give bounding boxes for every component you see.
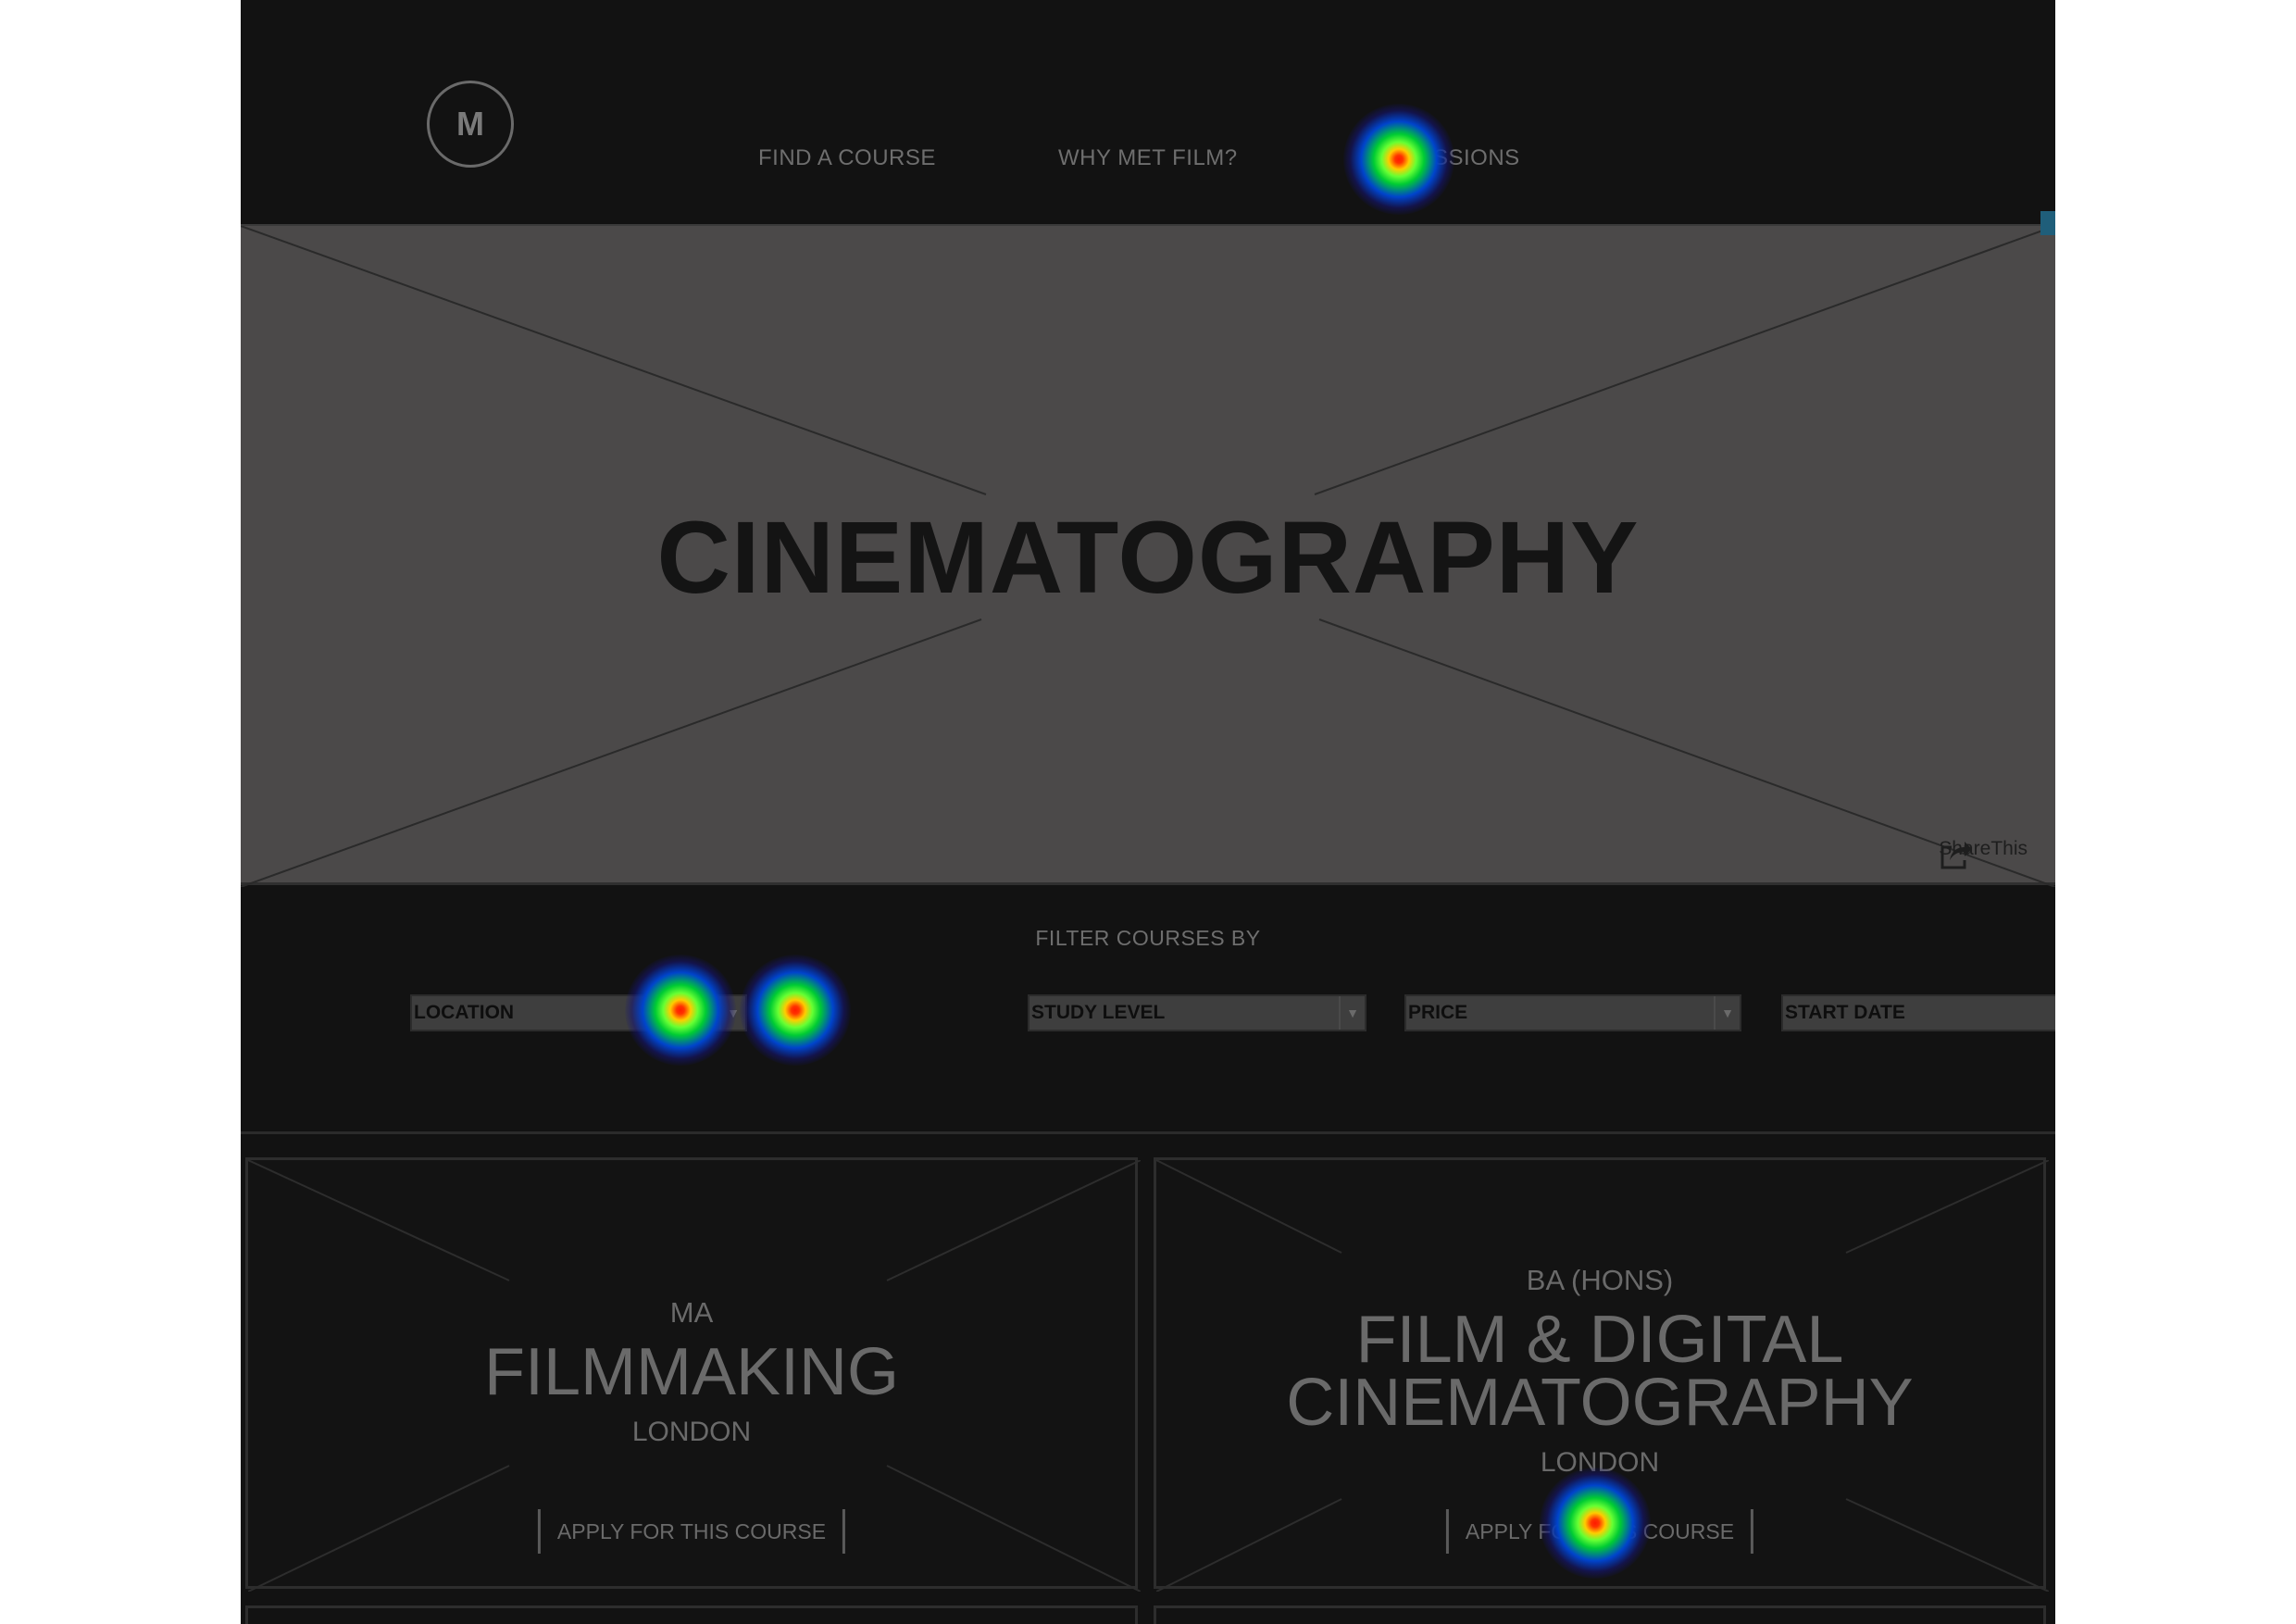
nav-admissions[interactable]: ADMISSIONS xyxy=(1376,145,1520,171)
location-select[interactable]: LOCATION ▼ xyxy=(410,994,747,1031)
share-this-button[interactable]: ShareThis xyxy=(1939,838,2028,869)
start-date-select-value: START DATE xyxy=(1785,1002,1905,1023)
filter-title: FILTER COURSES BY xyxy=(1035,926,1261,950)
course-location: LONDON xyxy=(1540,1447,1660,1478)
course-card[interactable]: MA FILMMAKING LONDON APPLY FOR THIS COUR… xyxy=(245,1157,1141,1592)
course-card[interactable] xyxy=(1154,1605,2046,1624)
heatmap-spot xyxy=(740,955,851,1066)
apply-button[interactable]: APPLY FOR THIS COURSE xyxy=(1445,1509,1754,1554)
share-icon xyxy=(1940,842,1973,869)
course-name: FILMMAKING xyxy=(483,1335,900,1409)
chevron-down-icon: ▼ xyxy=(1714,996,1740,1030)
course-location: LONDON xyxy=(631,1417,752,1447)
page-frame: M FIND A COURSE WHY MET FILM? ADMISSIONS… xyxy=(241,0,2055,1624)
nav-why-met-film[interactable]: WHY MET FILM? xyxy=(1058,145,1238,171)
price-select[interactable]: PRICE ▼ xyxy=(1404,994,1741,1031)
course-level: BA (HONS) xyxy=(1526,1264,1674,1296)
chevron-down-icon: ▼ xyxy=(1339,996,1365,1030)
site-logo[interactable]: M xyxy=(427,81,514,168)
course-card[interactable]: BA (HONS) FILM & DIGITAL CINEMATOGRAPHY … xyxy=(1154,1157,2049,1592)
nav-find-a-course[interactable]: FIND A COURSE xyxy=(758,145,936,171)
apply-button[interactable]: APPLY FOR THIS COURSE xyxy=(537,1509,846,1554)
study-level-select[interactable]: STUDY LEVEL ▼ xyxy=(1028,994,1366,1031)
course-card[interactable] xyxy=(245,1605,1138,1624)
course-name-line-2: CINEMATOGRAPHY xyxy=(1286,1366,1914,1440)
hero-title: CINEMATOGRAPHY xyxy=(656,501,1640,615)
scroll-marker xyxy=(2040,211,2055,235)
hero-banner: CINEMATOGRAPHY ShareThis xyxy=(241,224,2055,887)
study-level-select-value: STUDY LEVEL xyxy=(1031,1002,1166,1023)
section-divider xyxy=(241,1131,2055,1134)
course-level: MA xyxy=(669,1296,714,1329)
price-select-value: PRICE xyxy=(1408,1002,1468,1023)
start-date-select[interactable]: START DATE ▼ xyxy=(1781,994,2055,1031)
course-name-line-1: FILM & DIGITAL xyxy=(1355,1303,1844,1377)
location-select-value: LOCATION xyxy=(414,1002,515,1023)
logo-text: M xyxy=(456,105,484,143)
chevron-down-icon: ▼ xyxy=(719,996,745,1030)
